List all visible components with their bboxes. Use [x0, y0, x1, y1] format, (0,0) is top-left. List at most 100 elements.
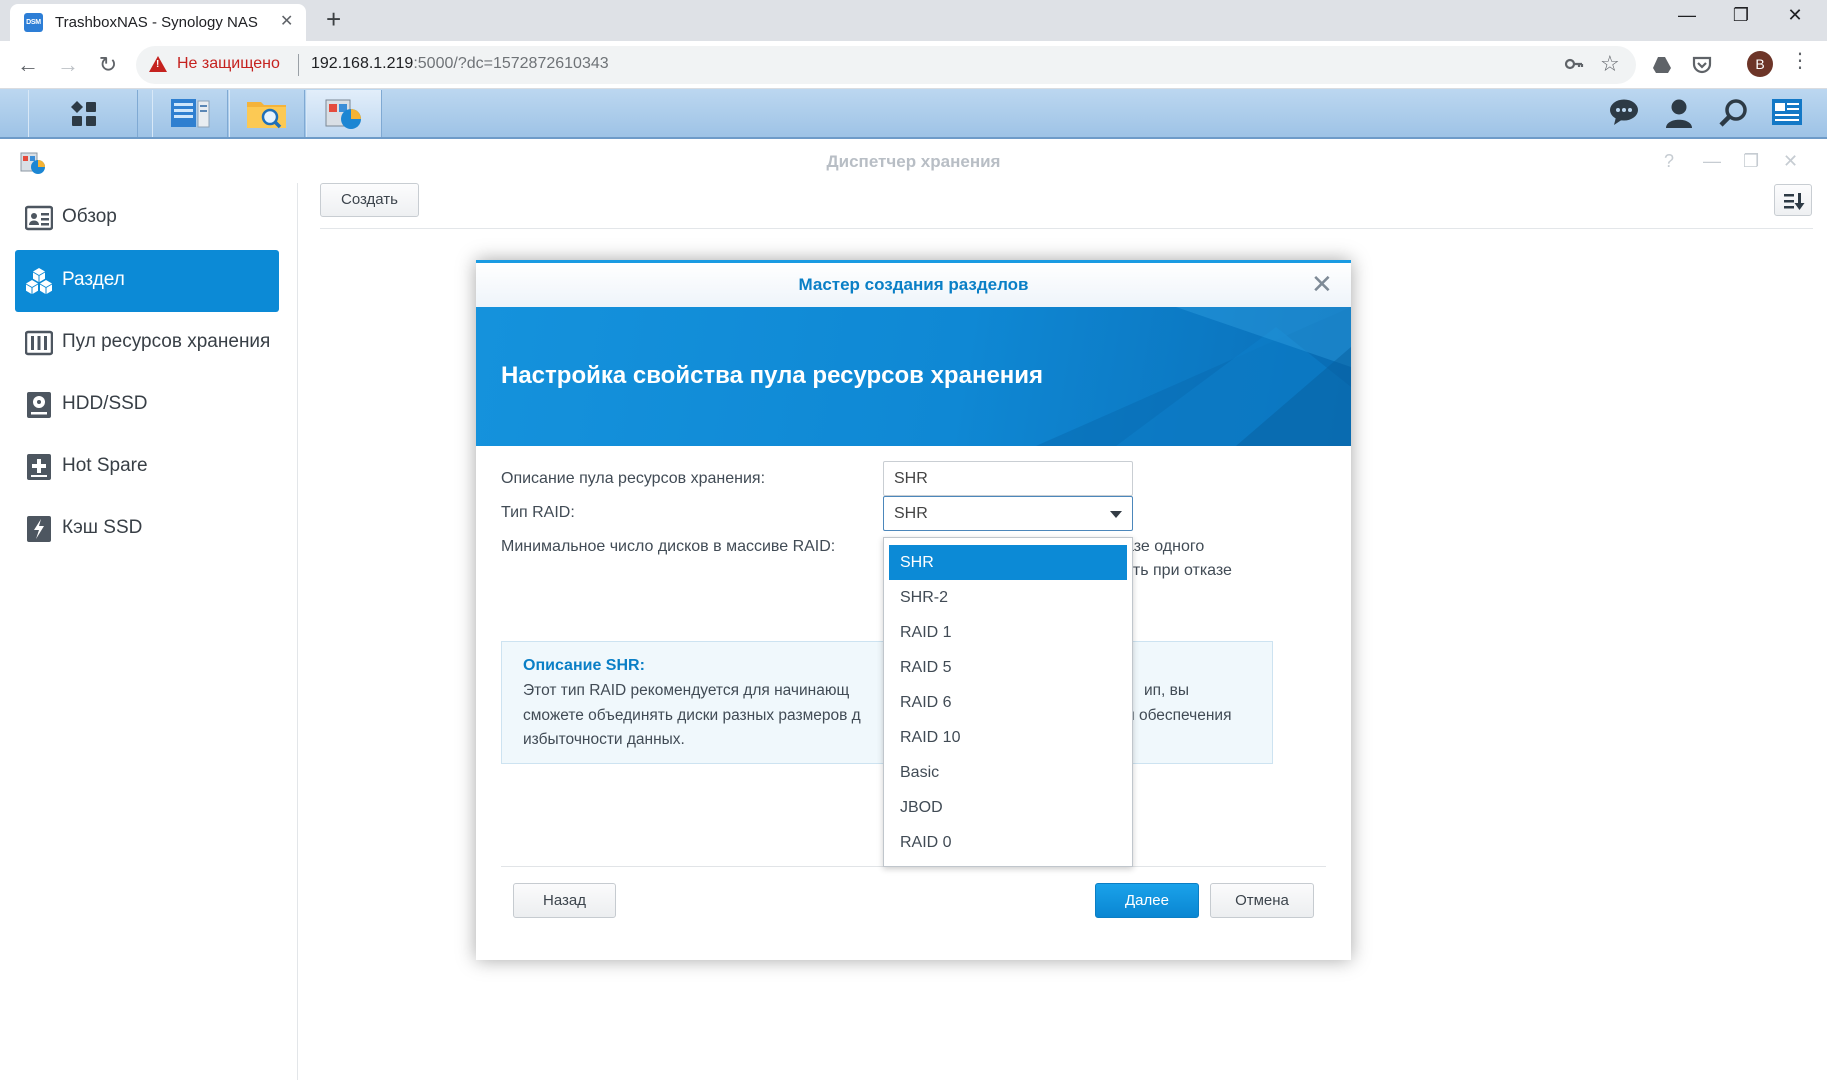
package-center-icon — [171, 99, 210, 128]
main-menu-button[interactable] — [28, 90, 138, 137]
storage-manager-icon — [325, 99, 361, 129]
pocket-extension-icon[interactable] — [1692, 55, 1712, 80]
sidebar-item-label: Обзор — [62, 206, 117, 227]
raid-option[interactable]: RAID 1 — [889, 615, 1127, 650]
app-title: Диспетчер хранения — [826, 152, 1001, 171]
raid-option[interactable]: JBOD — [889, 790, 1127, 825]
raid-option[interactable]: RAID 6 — [889, 685, 1127, 720]
raid-type-dropdown-list: SHR SHR-2 RAID 1 RAID 5 RAID 6 RAID 10 B… — [883, 537, 1133, 867]
browser-tabstrip: DSM TrashboxNAS - Synology NAS ✕ + — ❐ ✕ — [0, 0, 1827, 41]
raid-hint-text-2: ость при отказе — [1116, 562, 1232, 579]
warning-triangle-icon: ! — [149, 56, 167, 72]
raid-type-label: Тип RAID: — [501, 504, 575, 521]
sidebar-item-label: Кэш SSD — [62, 517, 143, 538]
sidebar-item-label: Раздел — [62, 269, 125, 290]
dialog-title: Мастер создания разделов — [798, 275, 1029, 294]
app-help-button[interactable]: ? — [1664, 151, 1674, 172]
pool-description-input[interactable]: SHR — [883, 461, 1133, 496]
bookmark-star-icon[interactable]: ☆ — [1600, 51, 1620, 77]
key-icon[interactable] — [1564, 54, 1584, 79]
window-close-button[interactable]: ✕ — [1780, 5, 1810, 26]
taskbar-package-center[interactable] — [152, 90, 228, 137]
raid-description-line: и обеспечения — [1126, 707, 1232, 724]
tab-title: TrashboxNAS - Synology NAS — [55, 14, 258, 31]
file-station-icon — [247, 102, 286, 129]
raid-description-line: ип, вы — [1144, 682, 1190, 699]
app-minimize-button[interactable]: — — [1703, 151, 1721, 172]
taskbar-storage-manager[interactable] — [306, 90, 382, 137]
window-restore-button[interactable]: ❐ — [1726, 5, 1756, 26]
raid-description-line: Этот тип RAID рекомендуется для начинающ — [523, 682, 850, 699]
browser-menu-icon[interactable]: ⋮ — [1790, 48, 1810, 73]
browser-toolbar: ← → ↻ ! Не защищено 192.168.1.219:5000/?… — [0, 41, 1827, 89]
sort-button[interactable] — [1774, 184, 1812, 216]
raid-option[interactable]: SHR — [889, 545, 1127, 580]
url-text[interactable]: 192.168.1.219:5000/?dc=1572872610343 — [311, 55, 609, 73]
hdd-icon — [27, 392, 51, 418]
hot-spare-icon — [27, 454, 51, 480]
browser-tab[interactable]: DSM TrashboxNAS - Synology NAS ✕ — [10, 4, 306, 41]
next-button[interactable]: Далее — [1095, 883, 1199, 918]
sidebar-item-label: HDD/SSD — [62, 393, 148, 414]
sidebar-item-label: Пул ресурсов хранения — [62, 331, 271, 352]
search-icon[interactable] — [1718, 98, 1750, 130]
profile-avatar[interactable]: B — [1747, 51, 1773, 77]
sidebar-item-ssd-cache[interactable]: Кэш SSD — [15, 498, 279, 560]
sidebar-item-volume[interactable]: Раздел — [15, 250, 279, 312]
storage-pool-icon — [25, 330, 53, 356]
dialog-header: Мастер создания разделов ✕ — [476, 263, 1351, 307]
dsm-favicon-icon: DSM — [24, 13, 43, 32]
chevron-down-icon — [1110, 511, 1122, 518]
create-button[interactable]: Создать — [320, 183, 419, 217]
forward-arrow-icon[interactable]: → — [52, 49, 84, 81]
window-minimize-button[interactable]: — — [1672, 5, 1702, 26]
url-host: 192.168.1.219 — [311, 55, 414, 72]
min-disks-label: Минимальное число дисков в массиве RAID: — [501, 538, 836, 555]
address-separator — [298, 54, 299, 76]
address-bar[interactable]: ! Не защищено 192.168.1.219:5000/?dc=157… — [136, 46, 1636, 84]
overview-icon — [25, 205, 53, 231]
url-path: :5000/?dc=1572872610343 — [413, 55, 609, 72]
app-maximize-button[interactable]: ❐ — [1743, 151, 1759, 172]
sidebar-item-label: Hot Spare — [62, 455, 148, 476]
taskbar-file-station[interactable] — [229, 90, 305, 137]
app-close-button[interactable]: ✕ — [1783, 151, 1798, 172]
dialog-close-icon[interactable]: ✕ — [1311, 269, 1333, 300]
volume-icon — [26, 268, 52, 294]
drive-extension-icon[interactable] — [1652, 56, 1672, 79]
cancel-button[interactable]: Отмена — [1210, 883, 1314, 918]
app-titlebar: Диспетчер хранения ? — ❐ ✕ — [0, 141, 1827, 183]
raid-option[interactable]: RAID 0 — [889, 825, 1127, 860]
raid-option[interactable]: RAID 10 — [889, 720, 1127, 755]
dsm-taskbar — [0, 89, 1827, 139]
ssd-cache-icon — [27, 516, 51, 542]
widgets-icon[interactable] — [1771, 98, 1803, 130]
raid-hint-text-1: азе одного — [1125, 538, 1205, 555]
back-arrow-icon[interactable]: ← — [12, 49, 44, 81]
back-button[interactable]: Назад — [513, 883, 616, 918]
reload-icon[interactable]: ↻ — [92, 49, 124, 81]
main-menu-grid-icon — [71, 101, 96, 126]
sidebar-item-storage-pool[interactable]: Пул ресурсов хранения — [15, 312, 279, 374]
raid-description-title: Описание SHR: — [523, 657, 645, 674]
raid-type-value: SHR — [894, 505, 928, 522]
sidebar-item-hot-spare[interactable]: Hot Spare — [15, 436, 279, 498]
dialog-banner: Настройка свойства пула ресурсов хранени… — [476, 307, 1351, 446]
pool-description-label: Описание пула ресурсов хранения: — [501, 470, 766, 487]
new-tab-button[interactable]: + — [326, 4, 341, 35]
raid-type-select[interactable]: SHR — [883, 496, 1133, 531]
insecure-label[interactable]: Не защищено — [177, 55, 280, 73]
raid-option[interactable]: SHR-2 — [889, 580, 1127, 615]
tab-close-icon[interactable]: ✕ — [280, 11, 293, 31]
user-account-icon[interactable] — [1663, 98, 1695, 130]
raid-option[interactable]: RAID 5 — [889, 650, 1127, 685]
sidebar-item-hdd-ssd[interactable]: HDD/SSD — [15, 374, 279, 436]
notifications-chat-icon[interactable] — [1608, 98, 1640, 130]
sidebar-item-overview[interactable]: Обзор — [15, 187, 279, 249]
banner-title: Настройка свойства пула ресурсов хранени… — [501, 362, 1044, 389]
raid-description-line: сможете объединять диски разных размеров… — [523, 707, 861, 724]
raid-option[interactable]: Basic — [889, 755, 1127, 790]
raid-description-line: избыточности данных. — [523, 731, 685, 748]
sidebar: Обзор Раздел Пул ресурсов хранения HDD/S… — [0, 183, 298, 1080]
toolbar-divider — [320, 228, 1813, 229]
